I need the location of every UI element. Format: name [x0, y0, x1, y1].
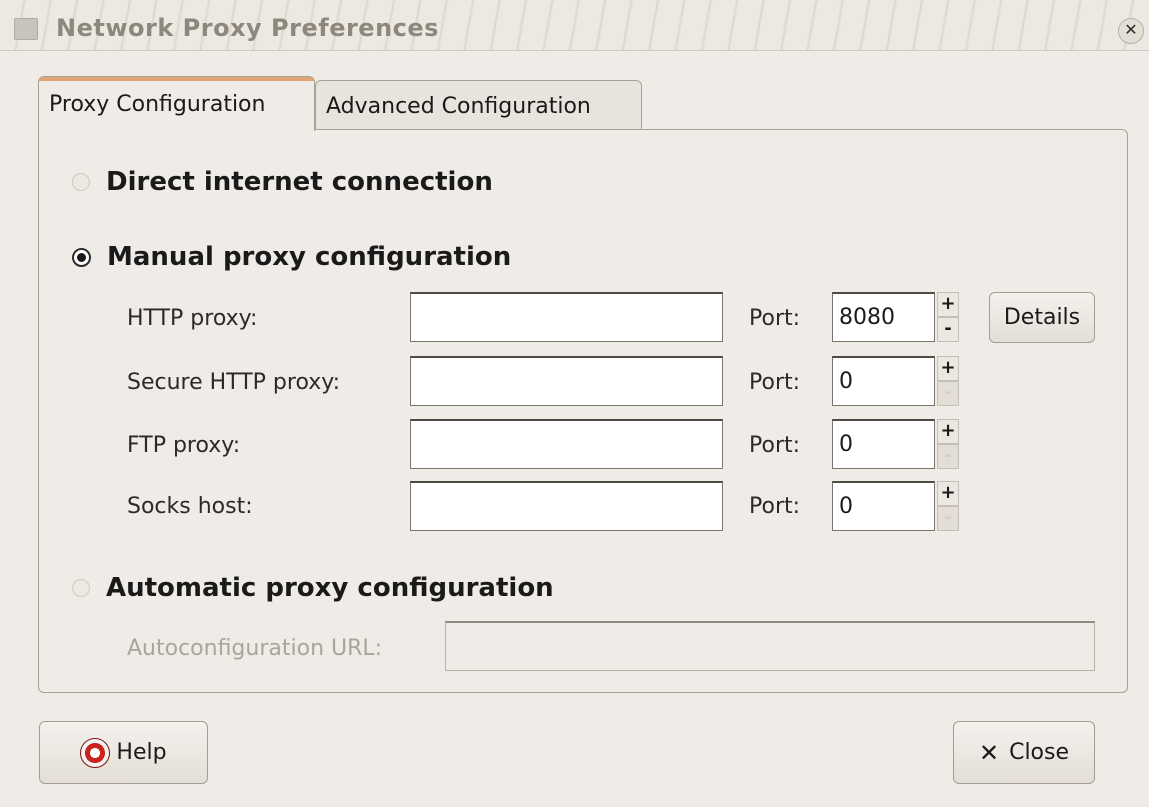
- direct-connection-label: Direct internet connection: [106, 167, 493, 197]
- tab-proxy-configuration[interactable]: Proxy Configuration: [38, 76, 315, 131]
- close-button-label: Close: [1009, 740, 1070, 765]
- secure-port-decrement-button: -: [937, 381, 959, 406]
- secure-port-label: Port:: [749, 370, 801, 395]
- secure-port-increment-button[interactable]: +: [937, 356, 959, 381]
- http-port-label: Port:: [749, 306, 801, 331]
- socks-port-increment-button[interactable]: +: [937, 481, 959, 506]
- http-port-input[interactable]: 8080: [832, 292, 935, 342]
- radio-unchecked-icon: [72, 579, 90, 597]
- window-icon: [14, 18, 38, 40]
- radio-unchecked-icon: [72, 173, 90, 191]
- autoconfiguration-url-input: [445, 621, 1095, 671]
- socks-host-input[interactable]: [410, 481, 723, 531]
- ftp-proxy-label: FTP proxy:: [127, 433, 241, 458]
- socks-host-label: Socks host:: [127, 494, 253, 519]
- help-button-label: Help: [116, 740, 167, 765]
- manual-proxy-radio[interactable]: Manual proxy configuration: [72, 242, 511, 272]
- window-close-icon[interactable]: ✕: [1118, 18, 1144, 44]
- socks-port-input[interactable]: 0: [832, 481, 935, 531]
- ftp-port-increment-button[interactable]: +: [937, 419, 959, 444]
- close-button[interactable]: ✕ Close: [953, 721, 1095, 784]
- socks-port-label: Port:: [749, 494, 801, 519]
- http-proxy-input[interactable]: [410, 292, 723, 342]
- help-lifebuoy-icon: [80, 737, 111, 768]
- ftp-port-label: Port:: [749, 433, 801, 458]
- autoconfiguration-url-label: Autoconfiguration URL:: [127, 636, 383, 661]
- secure-port-input[interactable]: 0: [832, 356, 935, 406]
- radio-checked-icon: [72, 247, 91, 267]
- help-button[interactable]: Help: [39, 721, 208, 784]
- http-port-decrement-button[interactable]: -: [937, 317, 959, 342]
- ftp-proxy-input[interactable]: [410, 419, 723, 469]
- tab-panel: [38, 129, 1128, 693]
- direct-connection-radio[interactable]: Direct internet connection: [72, 167, 493, 197]
- automatic-proxy-radio[interactable]: Automatic proxy configuration: [72, 573, 554, 603]
- socks-port-decrement-button: -: [937, 506, 959, 531]
- close-icon: ✕: [978, 738, 1000, 767]
- http-port-increment-button[interactable]: +: [937, 292, 959, 317]
- ftp-port-decrement-button: -: [937, 444, 959, 469]
- automatic-proxy-label: Automatic proxy configuration: [106, 573, 554, 603]
- http-proxy-label: HTTP proxy:: [127, 306, 258, 331]
- title-bar[interactable]: Network Proxy Preferences ✕: [0, 0, 1149, 51]
- window-title: Network Proxy Preferences: [56, 14, 439, 42]
- manual-proxy-label: Manual proxy configuration: [107, 242, 512, 272]
- details-button[interactable]: Details: [989, 292, 1095, 343]
- tab-advanced-configuration[interactable]: Advanced Configuration: [315, 80, 642, 129]
- ftp-port-input[interactable]: 0: [832, 419, 935, 469]
- secure-http-proxy-label: Secure HTTP proxy:: [127, 370, 341, 395]
- secure-http-proxy-input[interactable]: [410, 356, 723, 406]
